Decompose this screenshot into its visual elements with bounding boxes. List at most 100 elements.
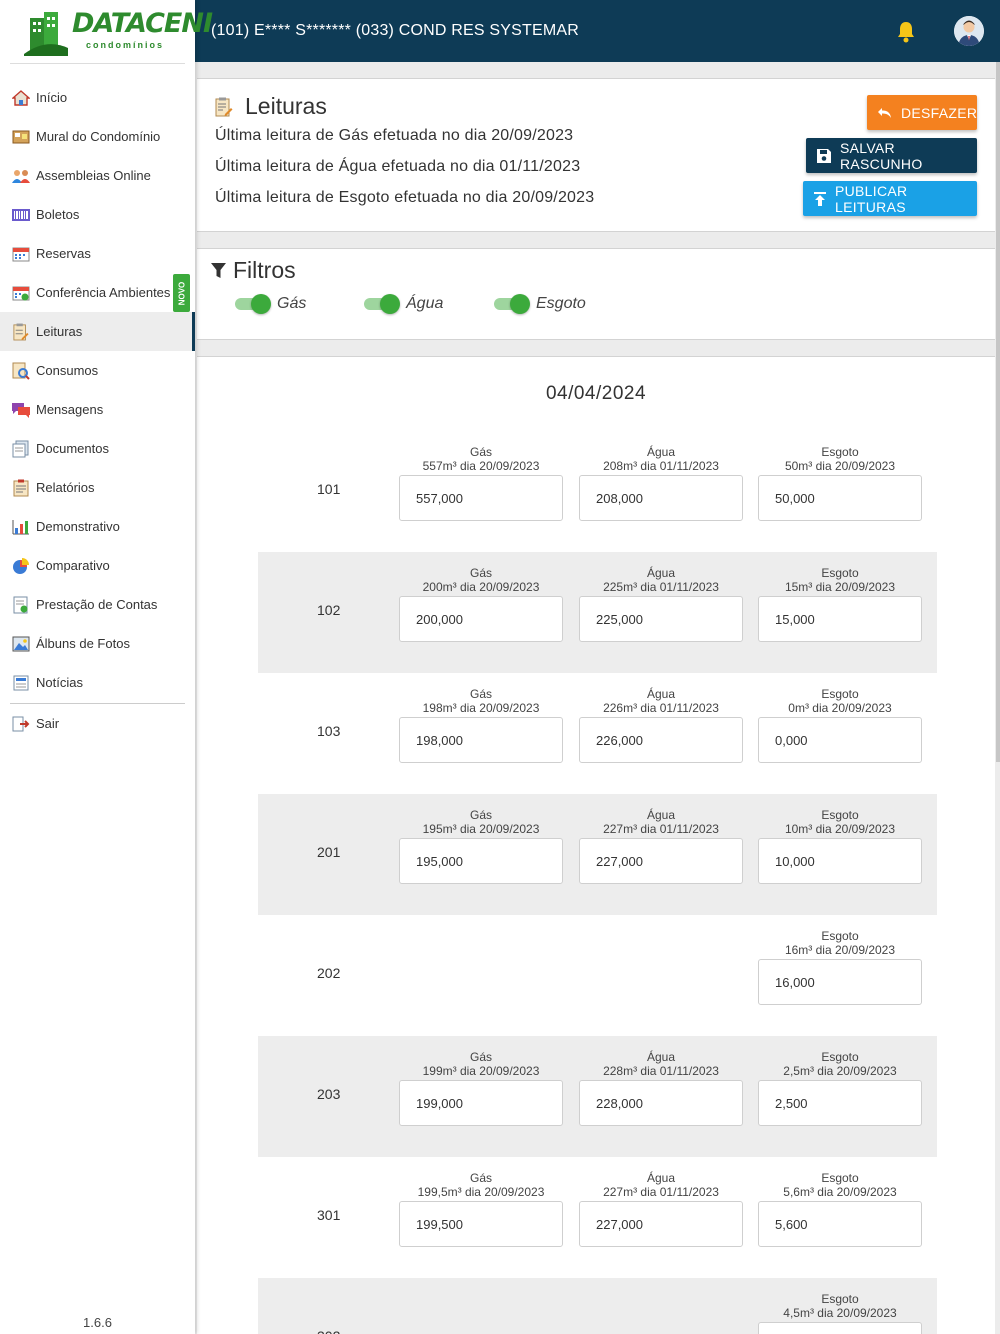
sidebar-item-label: Prestação de Contas bbox=[36, 597, 158, 612]
reading-type: Água bbox=[646, 566, 676, 580]
scrollbar[interactable] bbox=[996, 62, 1000, 762]
previous-reading: 4,5m³ dia 20/09/2023 bbox=[783, 1306, 897, 1320]
bell-icon[interactable] bbox=[896, 21, 916, 43]
sidebar-item-label: Conferência Ambientes bbox=[36, 285, 171, 300]
previous-reading: 226m³ dia 01/11/2023 bbox=[603, 701, 719, 715]
reading-input-esgoto[interactable]: 0,000 bbox=[758, 717, 922, 763]
logo-text: DATACENI bbox=[72, 8, 213, 39]
toggle-agua[interactable]: Água bbox=[364, 294, 443, 314]
sidebar-item-report[interactable]: Relatórios bbox=[0, 468, 195, 507]
save-icon bbox=[816, 148, 832, 164]
reading-input-gas[interactable]: 200,000 bbox=[399, 596, 563, 642]
calendar-check-icon bbox=[11, 284, 31, 302]
previous-reading: 195m³ dia 20/09/2023 bbox=[422, 822, 540, 836]
readings-card: 04/04/2024 101 Gás 557m³ dia 20/09/2023 557… bbox=[197, 356, 995, 1334]
app-version: 1.6.6 bbox=[83, 1315, 112, 1330]
sidebar-item-label: Documentos bbox=[36, 441, 109, 456]
sidebar-item-label: Mensagens bbox=[36, 402, 104, 417]
sidebar-menu: Início Mural do Condomínio Assembleias Onl… bbox=[0, 78, 195, 743]
salvar-rascunho-button[interactable]: SALVAR RASCUNHO bbox=[806, 138, 977, 173]
reading-input-esgoto[interactable]: 10,000 bbox=[758, 838, 922, 884]
sidebar-item-news[interactable]: Notícias bbox=[0, 663, 195, 702]
toggle-esgoto-switch[interactable] bbox=[494, 294, 530, 314]
reading-input-agua[interactable]: 228,000 bbox=[579, 1080, 743, 1126]
reading-input-esgoto[interactable] bbox=[758, 1322, 922, 1334]
unit-number: 302 bbox=[317, 1328, 340, 1334]
publicar-leituras-button[interactable]: PUBLICAR LEITURAS bbox=[803, 181, 977, 216]
reading-input-agua[interactable]: 227,000 bbox=[579, 1201, 743, 1247]
reading-input-esgoto[interactable]: 2,500 bbox=[758, 1080, 922, 1126]
unit-number: 201 bbox=[317, 844, 341, 860]
sidebar-item-label: Reservas bbox=[36, 246, 91, 261]
sidebar-item-barcode[interactable]: Boletos bbox=[0, 195, 195, 234]
reading-label-agua: Água 228m³ dia 01/11/2023 bbox=[579, 1050, 743, 1078]
reading-input-gas[interactable]: 199,000 bbox=[399, 1080, 563, 1126]
sidebar-item-photo[interactable]: Álbuns de Fotos bbox=[0, 624, 195, 663]
reading-input-gas[interactable]: 198,000 bbox=[399, 717, 563, 763]
reading-input-esgoto[interactable]: 5,600 bbox=[758, 1201, 922, 1247]
desfazer-button[interactable]: DESFAZER bbox=[867, 95, 977, 130]
publicar-label: PUBLICAR LEITURAS bbox=[835, 182, 908, 215]
sidebar-item-sair[interactable]: Sair bbox=[0, 704, 195, 743]
sidebar-item-search-chart[interactable]: Consumos bbox=[0, 351, 195, 390]
toggle-agua-switch[interactable] bbox=[364, 294, 400, 314]
reading-field-esgoto: Esgoto 0m³ dia 20/09/2023 0,000 bbox=[758, 673, 922, 763]
sidebar-item-label: Mural do Condomínio bbox=[36, 129, 161, 144]
sidebar-item-documents[interactable]: Documentos bbox=[0, 429, 195, 468]
salvar-label: SALVAR RASCUNHO bbox=[840, 139, 923, 172]
unit-row: 101 Gás 557m³ dia 20/09/2023 557,000 Água 208… bbox=[258, 431, 937, 552]
sidebar-item-chat[interactable]: Mensagens bbox=[0, 390, 195, 429]
sidebar-item-bar-chart[interactable]: Demonstrativo bbox=[0, 507, 195, 546]
sidebar-item-accounts[interactable]: Prestação de Contas bbox=[0, 585, 195, 624]
reading-input-gas[interactable]: 195,000 bbox=[399, 838, 563, 884]
home-icon bbox=[11, 89, 31, 107]
reading-label-gas: Gás 557m³ dia 20/09/2023 bbox=[399, 445, 563, 473]
filtros-title: Filtros bbox=[211, 257, 296, 284]
report-icon bbox=[11, 479, 31, 497]
reading-input-agua[interactable]: 208,000 bbox=[579, 475, 743, 521]
previous-reading: 557m³ dia 20/09/2023 bbox=[422, 459, 540, 473]
unit-row: 103 Gás 198m³ dia 20/09/2023 198,000 Água 226… bbox=[258, 673, 937, 794]
previous-reading: 228m³ dia 01/11/2023 bbox=[603, 1064, 719, 1078]
reading-field-esgoto: Esgoto 50m³ dia 20/09/2023 50,000 bbox=[758, 431, 922, 521]
unit-number: 301 bbox=[317, 1207, 341, 1223]
logo-subtitle: condomínios bbox=[86, 40, 164, 50]
sidebar-item-clipboard-edit[interactable]: Leituras bbox=[0, 312, 195, 351]
reading-input-esgoto[interactable]: 50,000 bbox=[758, 475, 922, 521]
reading-input-gas[interactable]: 199,500 bbox=[399, 1201, 563, 1247]
toggle-esgoto[interactable]: Esgoto bbox=[494, 294, 586, 314]
reading-input-agua[interactable]: 227,000 bbox=[579, 838, 743, 884]
sidebar-item-calendar-check[interactable]: Conferência Ambientes NOVO bbox=[0, 273, 195, 312]
sidebar-item-board[interactable]: Mural do Condomínio bbox=[0, 117, 195, 156]
sidebar-item-label: Assembleias Online bbox=[36, 168, 151, 183]
previous-reading: 15m³ dia 20/09/2023 bbox=[784, 580, 896, 594]
sidebar-item-people[interactable]: Assembleias Online bbox=[0, 156, 195, 195]
reading-field-esgoto: Esgoto 15m³ dia 20/09/2023 15,000 bbox=[758, 552, 922, 642]
page-title: Leituras bbox=[215, 93, 327, 120]
sidebar-item-calendar[interactable]: Reservas bbox=[0, 234, 195, 273]
reading-type: Gás bbox=[469, 808, 492, 822]
reading-label-gas: Gás 199,5m³ dia 20/09/2023 bbox=[399, 1171, 563, 1199]
reading-input-esgoto[interactable]: 16,000 bbox=[758, 959, 922, 1005]
reading-field-gas: Gás 195m³ dia 20/09/2023 195,000 bbox=[399, 794, 563, 884]
unit-row: 202 Esgoto 16m³ dia 20/09/2023 16,000 bbox=[258, 915, 937, 1036]
toggle-gas[interactable]: Gás bbox=[235, 294, 306, 314]
reading-type: Esgoto bbox=[821, 687, 859, 701]
reading-input-gas[interactable]: 557,000 bbox=[399, 475, 563, 521]
previous-reading: 16m³ dia 20/09/2023 bbox=[784, 943, 896, 957]
unit-row: 102 Gás 200m³ dia 20/09/2023 200,000 Água 225… bbox=[258, 552, 937, 673]
info-agua: Última leitura de Água efetuada no dia 0… bbox=[215, 158, 581, 175]
reading-input-agua[interactable]: 226,000 bbox=[579, 717, 743, 763]
desfazer-label: DESFAZER bbox=[901, 104, 978, 121]
previous-reading: 50m³ dia 20/09/2023 bbox=[784, 459, 896, 473]
reading-label-esgoto: Esgoto 15m³ dia 20/09/2023 bbox=[758, 566, 922, 594]
photo-icon bbox=[11, 635, 31, 653]
toggle-gas-switch[interactable] bbox=[235, 294, 271, 314]
sidebar-item-home[interactable]: Início bbox=[0, 78, 195, 117]
user-avatar-icon[interactable] bbox=[954, 16, 984, 46]
sidebar-item-pie-chart[interactable]: Comparativo bbox=[0, 546, 195, 585]
reading-input-agua[interactable]: 225,000 bbox=[579, 596, 743, 642]
unit-row: 302 Esgoto4,5m³ dia 20/09/2023 bbox=[258, 1278, 937, 1334]
logo[interactable]: DATACENI condomínios bbox=[10, 0, 213, 64]
reading-input-esgoto[interactable]: 15,000 bbox=[758, 596, 922, 642]
